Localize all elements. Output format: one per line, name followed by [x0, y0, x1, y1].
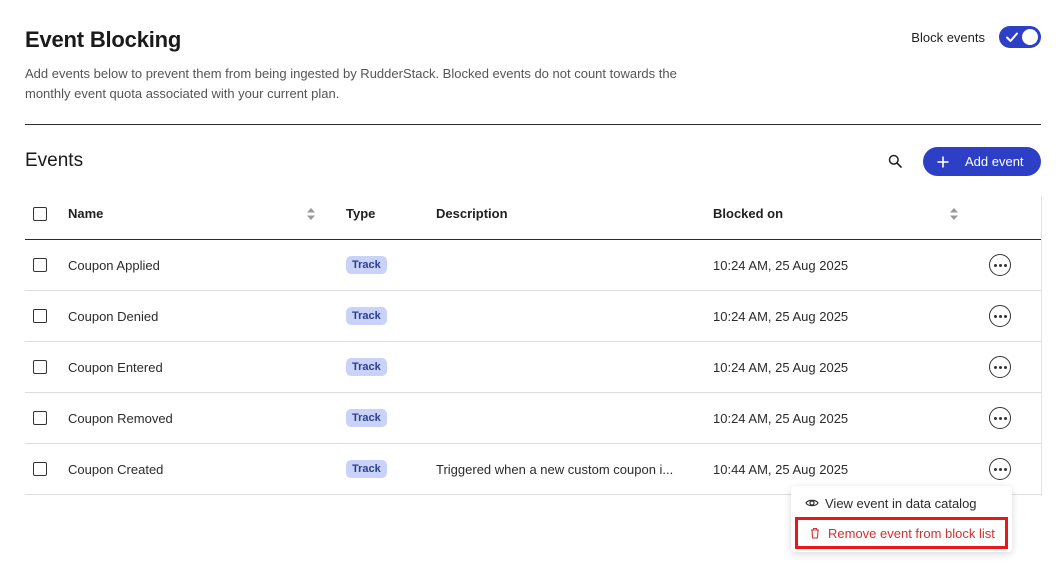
events-section-title: Events	[25, 150, 84, 171]
more-icon[interactable]	[989, 305, 1011, 327]
row-checkbox[interactable]	[33, 360, 47, 374]
table-row: Coupon Entered Track 10:24 AM, 25 Aug 20…	[25, 342, 1041, 393]
search-icon	[888, 154, 902, 168]
header-divider	[25, 124, 1041, 125]
more-icon[interactable]	[989, 407, 1011, 429]
add-event-button[interactable]: Add event	[923, 147, 1041, 176]
event-blocked-on: 10:24 AM, 25 Aug 2025	[713, 359, 849, 375]
column-header-type: Type	[346, 206, 376, 221]
event-type-badge: Track	[346, 256, 387, 274]
more-icon[interactable]	[989, 356, 1011, 378]
page-title: Event Blocking	[25, 27, 182, 52]
column-header-name[interactable]: Name	[68, 188, 103, 239]
event-name: Coupon Applied	[68, 257, 160, 273]
check-icon	[1006, 32, 1018, 42]
table-row: Coupon Denied Track 10:24 AM, 25 Aug 202…	[25, 291, 1041, 342]
trash-icon	[811, 527, 819, 539]
table-row: Coupon Removed Track 10:24 AM, 25 Aug 20…	[25, 393, 1041, 444]
event-type-badge: Track	[346, 460, 387, 478]
select-all-checkbox[interactable]	[33, 206, 47, 221]
event-type-badge: Track	[346, 358, 387, 376]
table-header-row: Name Type Description Blocked on	[25, 188, 1041, 240]
event-name: Coupon Denied	[68, 308, 159, 324]
sort-icon[interactable]	[949, 207, 959, 221]
block-events-label: Block events	[911, 29, 985, 45]
events-table: Name Type Description Blocked on Coupon …	[25, 188, 1041, 495]
table-row: Coupon Applied Track 10:24 AM, 25 Aug 20…	[25, 240, 1041, 291]
block-events-control: Block events	[911, 26, 1041, 48]
row-checkbox[interactable]	[33, 258, 47, 272]
event-type-badge: Track	[346, 409, 387, 427]
plus-icon	[937, 156, 949, 167]
event-name: Coupon Created	[68, 461, 164, 477]
remove-menu-label: Remove event from block list	[828, 525, 995, 541]
eye-icon	[805, 499, 819, 507]
event-blocked-on: 10:24 AM, 25 Aug 2025	[713, 410, 849, 426]
event-description: Triggered when a new custom coupon i...	[436, 461, 674, 477]
row-checkbox[interactable]	[33, 462, 47, 476]
event-name: Coupon Entered	[68, 359, 163, 375]
more-icon[interactable]	[989, 254, 1011, 276]
add-event-label: Add event	[965, 154, 1024, 169]
toggle-knob	[1022, 29, 1038, 45]
event-blocked-on: 10:24 AM, 25 Aug 2025	[713, 308, 849, 324]
page-description: Add events below to prevent them from be…	[25, 66, 677, 101]
row-actions-menu: View event in data catalog Remove event …	[791, 486, 1012, 552]
event-type-badge: Track	[346, 307, 387, 325]
view-in-data-catalog-menu-item[interactable]: View event in data catalog	[791, 489, 1012, 517]
remove-from-block-list-menu-item[interactable]: Remove event from block list	[795, 517, 1008, 549]
sort-icon[interactable]	[306, 207, 316, 221]
event-name: Coupon Removed	[68, 410, 173, 426]
search-button[interactable]	[884, 150, 906, 172]
row-checkbox[interactable]	[33, 309, 47, 323]
event-blocked-on: 10:24 AM, 25 Aug 2025	[713, 257, 849, 273]
column-header-description: Description	[436, 206, 508, 221]
column-header-blocked-on[interactable]: Blocked on	[713, 188, 783, 239]
more-icon[interactable]	[989, 458, 1011, 480]
row-checkbox[interactable]	[33, 411, 47, 425]
block-events-toggle[interactable]	[999, 26, 1041, 48]
view-menu-label: View event in data catalog	[825, 495, 977, 511]
